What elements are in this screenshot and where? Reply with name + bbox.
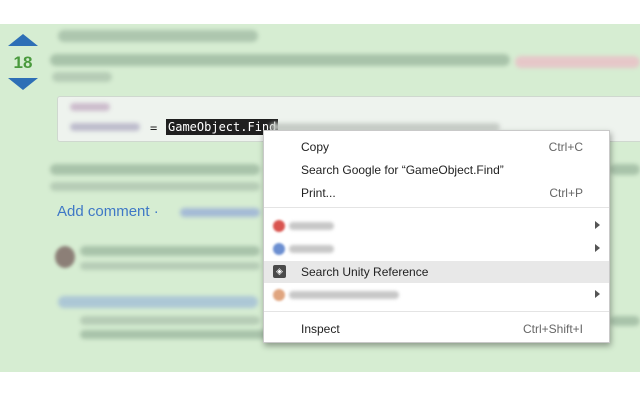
avatar: [55, 246, 75, 268]
menu-item-copy[interactable]: Copy Ctrl+C: [264, 136, 609, 158]
blurred-text: [50, 54, 510, 66]
submenu-arrow-icon: [595, 290, 600, 298]
arrow-up-icon[interactable]: [8, 34, 38, 46]
arrow-down-icon[interactable]: [8, 78, 38, 90]
menu-item-extension[interactable]: [264, 284, 609, 306]
menu-item-label: Print...: [301, 186, 336, 200]
menu-item-label: Copy: [301, 140, 330, 154]
blurred-text: [50, 182, 260, 191]
menu-item-shortcut: Ctrl+P: [549, 186, 583, 200]
add-comment-link[interactable]: Add comment ·: [57, 203, 159, 220]
blurred-text: [610, 164, 640, 175]
menu-item-shortcut: Ctrl+C: [548, 140, 583, 154]
vote-score: 18: [13, 53, 33, 72]
blurred-text: [58, 296, 258, 308]
blurred-code: [70, 123, 140, 131]
blurred-label: [289, 222, 334, 230]
blurred-text: [80, 330, 270, 339]
blurred-text: [180, 208, 260, 217]
submenu-arrow-icon: [595, 244, 600, 252]
blurred-label: [289, 291, 399, 299]
menu-item-label: Inspect: [301, 322, 340, 336]
blurred-text: [610, 316, 640, 326]
blurred-label: [289, 245, 334, 253]
selected-text[interactable]: GameObject.Find: [166, 119, 279, 135]
extension-icon: [273, 220, 285, 232]
menu-item-label: Search Google for “GameObject.Find”: [301, 163, 504, 177]
blurred-text: [80, 262, 260, 270]
menu-item-extension[interactable]: [264, 238, 609, 260]
submenu-arrow-icon: [595, 221, 600, 229]
menu-item-shortcut: Ctrl+Shift+I: [522, 322, 583, 336]
blurred-text: [515, 56, 640, 68]
menu-item-print[interactable]: Print... Ctrl+P: [264, 182, 609, 204]
menu-separator: [264, 207, 609, 208]
blurred-text: [52, 72, 112, 82]
extension-icon: [273, 243, 285, 255]
menu-item-search-google[interactable]: Search Google for “GameObject.Find”: [264, 159, 609, 181]
blurred-text: [80, 316, 260, 325]
menu-item-label: Search Unity Reference: [301, 265, 429, 279]
menu-item-search-unity[interactable]: ◈ Search Unity Reference: [264, 261, 609, 283]
unity-icon: ◈: [273, 265, 286, 278]
blurred-text: [58, 30, 258, 42]
menu-item-extension[interactable]: [264, 215, 609, 237]
context-menu: Copy Ctrl+C Search Google for “GameObjec…: [263, 130, 610, 343]
code-operator: =: [150, 121, 158, 135]
menu-item-inspect[interactable]: Inspect Ctrl+Shift+I: [264, 318, 609, 340]
blurred-code: [70, 103, 110, 111]
blurred-text: [50, 164, 260, 175]
menu-separator: [264, 311, 609, 312]
blurred-text: [80, 246, 260, 256]
extension-icon: [273, 289, 285, 301]
vote-control: 18: [8, 34, 38, 90]
